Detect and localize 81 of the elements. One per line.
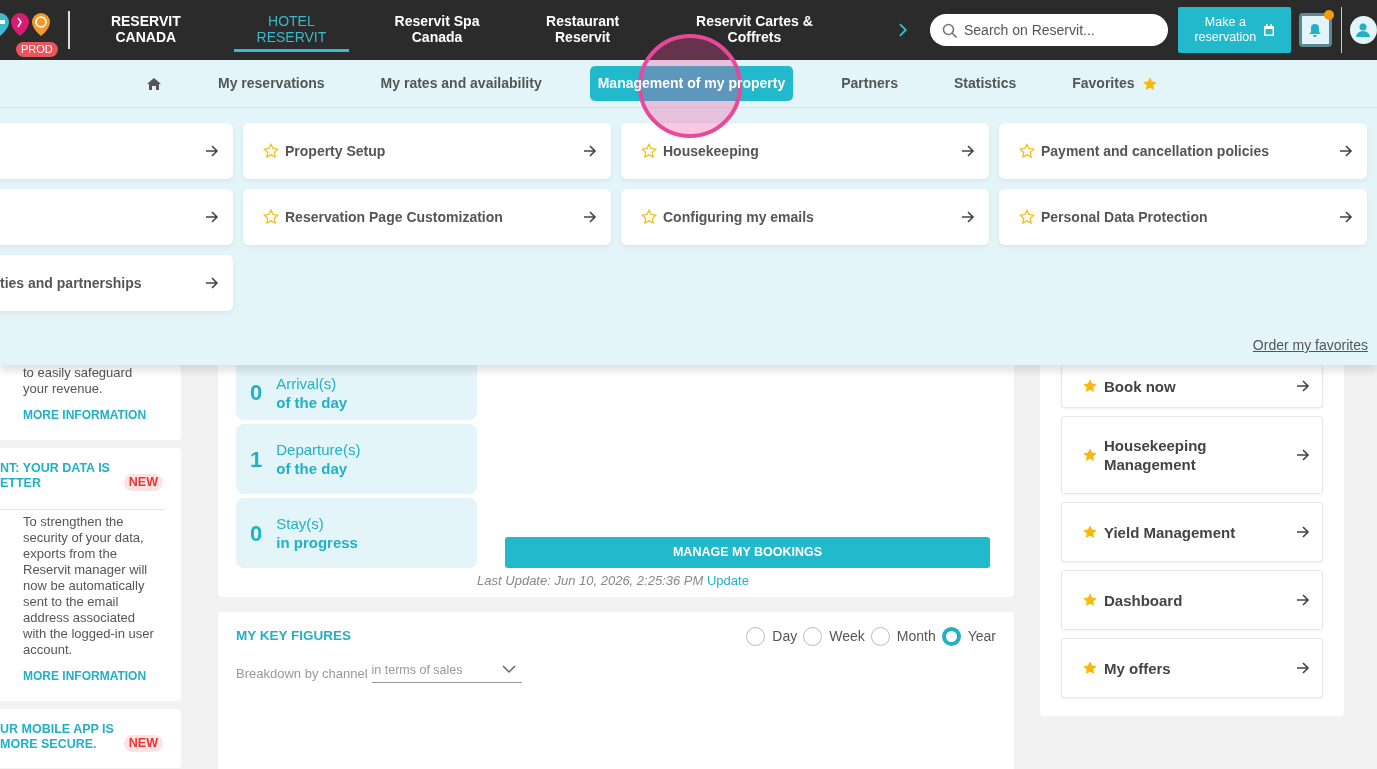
nav-tab[interactable]: Statistics (946, 66, 1025, 101)
section-title: MY KEY FIGURES (236, 626, 352, 645)
order-favorites-link[interactable]: Order my favorites (0, 335, 1368, 356)
nav-tab[interactable]: My rates and availability (372, 66, 550, 101)
environment-badge: PROD (16, 42, 58, 57)
favorite-card[interactable]: Housekeeping Management (1061, 416, 1323, 494)
stat-sublabel: of the day (276, 392, 348, 412)
period-radio[interactable]: Month (870, 625, 936, 647)
new-badge: NEW (123, 474, 163, 491)
menu-card[interactable]: Personal Data Protection (999, 189, 1367, 245)
favorite-card[interactable]: Dashboard (1061, 570, 1323, 630)
product-tab[interactable]: RESERVIT CANADA (88, 8, 204, 52)
chevron-right-icon[interactable] (898, 23, 910, 37)
nav-tab[interactable]: My reservations (210, 66, 333, 101)
menu-card[interactable]: Reservation Page Customization (243, 189, 611, 245)
calendar-icon (1263, 23, 1276, 37)
menu-label: Configuring my emails (663, 207, 815, 227)
arrow-right-icon (204, 143, 219, 159)
arrow-right-icon (1295, 660, 1310, 676)
stat-label: Arrival(s) (276, 373, 338, 393)
bell-icon (1308, 23, 1323, 37)
stat-count: 1 (250, 445, 263, 474)
stat-count: 0 (250, 379, 263, 407)
arrow-right-icon (1338, 209, 1353, 225)
menu-card[interactable]: Housekeeping (621, 123, 989, 179)
arrow-right-icon (1295, 447, 1310, 463)
arrow-right-icon (582, 143, 597, 159)
new-badge: NEW (123, 735, 163, 752)
period-radio[interactable]: Day (746, 625, 798, 647)
home-icon (146, 75, 162, 92)
stat-label: Stay(s) (276, 514, 325, 533)
map-pin-icon (0, 13, 9, 36)
nav-tab[interactable]: Partners (833, 66, 906, 101)
arrow-right-icon (960, 209, 975, 225)
arrow-right-icon (582, 209, 597, 225)
news-title: NT: YOUR DATA IS ETTER (0, 461, 110, 491)
chevron-down-icon (501, 665, 516, 675)
product-tab[interactable]: Reservit Spa Canada (379, 8, 495, 52)
news-text: To strengthen the security of your data, exports from the Reservit manager will now be automatically sent to the email address associated with the logged-in user account. (22, 514, 155, 658)
favorite-card[interactable]: Yield Management (1061, 502, 1323, 562)
period-radio[interactable]: Year (941, 625, 996, 647)
notifications-button[interactable] (1298, 13, 1332, 47)
favorite-card[interactable]: My offers (1061, 638, 1323, 698)
arrow-right-icon (1295, 524, 1310, 540)
nav-tab[interactable]: Favorites (1064, 66, 1167, 101)
stat-label: Departure(s) (276, 440, 361, 459)
stat-sublabel: in progress (276, 533, 358, 552)
news-text: to easily safeguard your revenue. (22, 365, 134, 397)
menu-card[interactable]: Payment and cancellation policies (999, 123, 1367, 179)
arrow-right-icon (204, 209, 219, 225)
stat-count: 0 (250, 519, 263, 548)
menu-card[interactable]: Configuring my emails (621, 189, 989, 245)
menu-label: ties and partnerships (0, 273, 143, 293)
product-tab[interactable]: Reservit Cartes & Coffrets (670, 8, 839, 52)
user-avatar[interactable] (1349, 16, 1377, 44)
map-pin-icon (11, 13, 29, 36)
arrow-right-icon (960, 143, 975, 159)
map-pin-icon (32, 13, 50, 36)
arrow-right-icon (204, 275, 219, 291)
menu-label: Payment and cancellation policies (1041, 141, 1270, 161)
search-field[interactable]: Search on Reservit... (929, 14, 1168, 46)
breakdown-label: Breakdown by channel (236, 664, 368, 683)
product-tab[interactable]: Restaurant Reservit (524, 8, 641, 52)
stat-sublabel: of the day (276, 459, 349, 478)
menu-label: Housekeeping (663, 141, 760, 161)
arrow-right-icon (1295, 592, 1310, 608)
user-icon (1355, 22, 1372, 38)
menu-label: Property Setup (285, 141, 387, 161)
arrow-right-icon (1295, 378, 1310, 394)
news-title: UR MOBILE APP IS MORE SECURE. (0, 722, 114, 752)
last-update-text: Last Update: Jun 10, 2026, 2:25:36 PM (477, 573, 704, 588)
period-radio[interactable]: Week (803, 625, 865, 647)
menu-label: Reservation Page Customization (285, 207, 504, 227)
favorite-card[interactable]: Book now (1061, 365, 1323, 408)
search-icon (941, 23, 957, 38)
menu-card[interactable]: Property Setup (243, 123, 611, 179)
star-icon (1142, 75, 1159, 92)
arrow-right-icon (1338, 143, 1353, 159)
menu-label: Personal Data Protection (1041, 207, 1209, 227)
menu-card[interactable]: ties and partnerships (0, 255, 233, 311)
product-tab[interactable]: HOTEL RESERVIT (233, 8, 350, 52)
